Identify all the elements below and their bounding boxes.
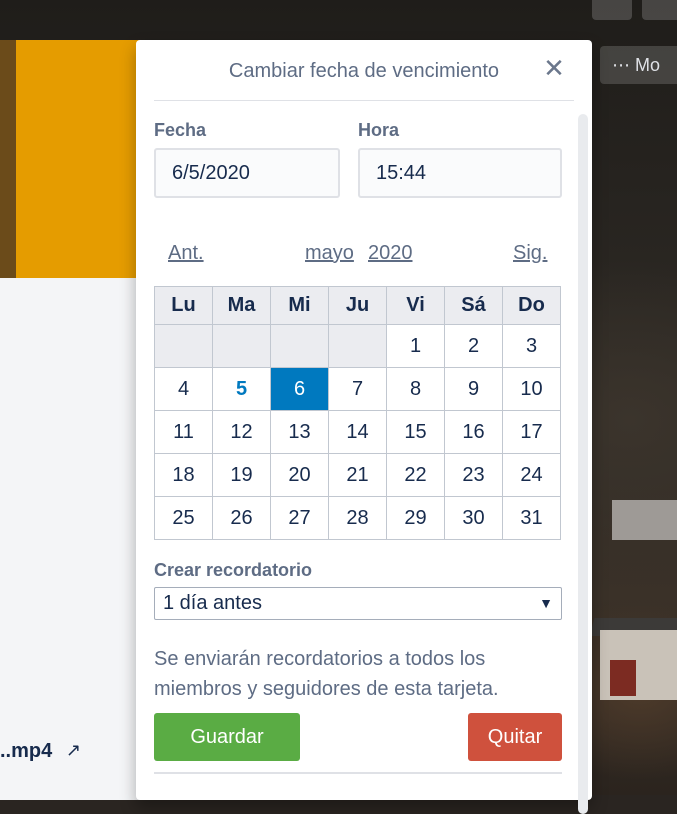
reminder-help-text: Se enviarán recordatorios a todos los mi… [154, 648, 499, 700]
calendar-week: 11 12 13 14 15 16 17 [154, 410, 561, 454]
more-button[interactable]: ⋯ Mo [600, 46, 677, 84]
weekday-header: Lu [154, 286, 213, 325]
year-select[interactable]: 2020 [368, 242, 413, 265]
background-house [612, 500, 677, 540]
calendar-day[interactable]: 16 [444, 410, 503, 454]
weekday-header: Ma [212, 286, 271, 325]
reminder-select[interactable]: 1 día antes ▼ [154, 587, 562, 620]
calendar-day[interactable]: 28 [328, 496, 387, 540]
caret-down-icon: ▼ [539, 595, 553, 611]
calendar-week: 18 19 20 21 22 23 24 [154, 453, 561, 497]
background-door [610, 660, 636, 696]
calendar-day[interactable]: 2 [444, 324, 503, 368]
calendar-week: 4 5 6 7 8 9 10 [154, 367, 561, 411]
calendar-week: 25 26 27 28 29 30 31 [154, 496, 561, 540]
date-input[interactable]: 6/5/2020 [154, 148, 340, 198]
time-input[interactable]: 15:44 [358, 148, 562, 198]
calendar-day[interactable]: 8 [386, 367, 445, 411]
calendar-day[interactable]: 4 [154, 367, 213, 411]
calendar-day[interactable]: 26 [212, 496, 271, 540]
reminder-value: 1 día antes [163, 592, 262, 614]
weekday-header-row: Lu Ma Mi Ju Vi Sá Do [154, 286, 561, 325]
calendar-day[interactable]: 22 [386, 453, 445, 497]
calendar-week: 1 2 3 [154, 324, 561, 368]
ellipsis-icon: ⋯ [612, 55, 630, 75]
calendar-day[interactable]: 13 [270, 410, 329, 454]
calendar-day[interactable]: 19 [212, 453, 271, 497]
time-label: Hora [358, 120, 400, 140]
calendar-day [270, 324, 329, 368]
month-select[interactable]: mayo [305, 242, 354, 265]
calendar-day[interactable]: 12 [212, 410, 271, 454]
popover-title: Cambiar fecha de vencimiento [154, 40, 574, 101]
weekday-header: Sá [444, 286, 503, 325]
calendar-day[interactable]: 27 [270, 496, 329, 540]
weekday-header: Vi [386, 286, 445, 325]
calendar-day[interactable]: 9 [444, 367, 503, 411]
calendar-grid: Lu Ma Mi Ju Vi Sá Do 1 2 3 4 5 6 7 8 9 1… [154, 286, 561, 540]
close-icon[interactable]: ✕ [540, 54, 568, 82]
calendar-day[interactable]: 14 [328, 410, 387, 454]
calendar-day[interactable]: 15 [386, 410, 445, 454]
date-label: Fecha [154, 120, 207, 140]
external-link-icon[interactable]: ↗ [66, 740, 81, 761]
calendar-day[interactable]: 24 [502, 453, 561, 497]
remove-button[interactable]: Quitar [468, 713, 562, 761]
calendar-day[interactable]: 20 [270, 453, 329, 497]
prev-month-link[interactable]: Ant. [168, 242, 204, 265]
calendar-day[interactable]: 10 [502, 367, 561, 411]
calendar-day [328, 324, 387, 368]
calendar-day[interactable]: 7 [328, 367, 387, 411]
calendar-day[interactable]: 29 [386, 496, 445, 540]
popover-scrollbar[interactable] [578, 114, 588, 814]
next-month-link[interactable]: Sig. [513, 242, 547, 265]
calendar-day [154, 324, 213, 368]
header-button[interactable] [592, 0, 632, 20]
calendar-day[interactable]: 23 [444, 453, 503, 497]
reminder-label: Crear recordatorio [154, 560, 313, 580]
calendar-day[interactable]: 31 [502, 496, 561, 540]
calendar-day[interactable]: 21 [328, 453, 387, 497]
weekday-header: Ju [328, 286, 387, 325]
calendar-day[interactable]: 1 [386, 324, 445, 368]
save-button[interactable]: Guardar [154, 713, 300, 761]
header-button[interactable] [642, 0, 677, 20]
attachment-name[interactable]: ..mp4 [0, 740, 52, 763]
calendar-day[interactable]: 17 [502, 410, 561, 454]
calendar-day[interactable]: 11 [154, 410, 213, 454]
due-date-popover: Cambiar fecha de vencimiento ✕ Fecha 6/5… [136, 40, 592, 814]
card-cover-image [0, 40, 16, 278]
footer-divider [154, 772, 562, 774]
weekday-header: Do [502, 286, 561, 325]
card-cover [0, 40, 140, 278]
calendar-day[interactable]: 25 [154, 496, 213, 540]
calendar-day[interactable]: 5 [212, 367, 271, 411]
weekday-header: Mi [270, 286, 329, 325]
calendar-day[interactable]: 6 [270, 367, 329, 411]
calendar-day[interactable]: 18 [154, 453, 213, 497]
calendar-day[interactable]: 3 [502, 324, 561, 368]
more-button-label: Mo [635, 55, 661, 75]
calendar-day [212, 324, 271, 368]
calendar-day[interactable]: 30 [444, 496, 503, 540]
